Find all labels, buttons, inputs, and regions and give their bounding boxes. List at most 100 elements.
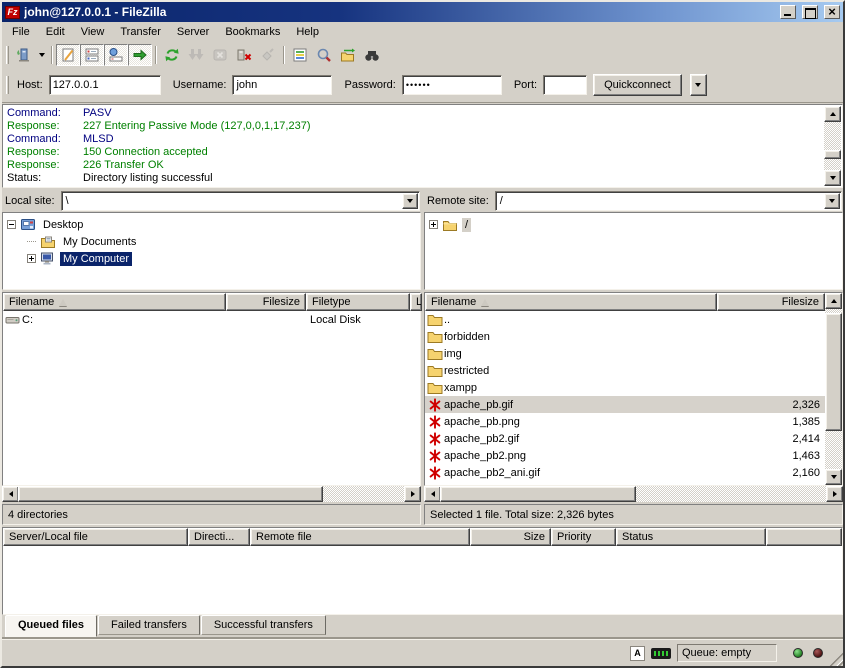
local-horizontal-scrollbar[interactable] — [2, 486, 421, 502]
scroll-down-button[interactable] — [825, 469, 842, 485]
transfer-type-indicator-icon[interactable] — [630, 646, 645, 661]
remote-site-dropdown[interactable] — [824, 193, 840, 209]
scroll-up-button[interactable] — [825, 293, 842, 309]
scroll-down-button[interactable] — [824, 170, 841, 186]
local-site-combo[interactable]: \ — [61, 191, 420, 211]
cancel-icon — [212, 47, 228, 63]
column-header-priority[interactable]: Priority — [551, 528, 616, 546]
process-queue-button[interactable] — [184, 44, 208, 66]
tab-queued-files[interactable]: Queued files — [5, 615, 97, 637]
arrow-right-icon — [833, 491, 837, 497]
column-header-status[interactable]: Status — [616, 528, 766, 546]
scroll-thumb[interactable] — [440, 486, 636, 502]
menu-file[interactable]: File — [4, 24, 38, 40]
menu-edit[interactable]: Edit — [38, 24, 73, 40]
password-input[interactable] — [402, 75, 502, 95]
scroll-up-button[interactable] — [824, 106, 841, 122]
quickconnect-dropdown[interactable] — [690, 74, 707, 96]
browser-panes: Local site: \ Desktop My Documents — [2, 190, 843, 525]
expand-icon[interactable] — [429, 220, 438, 229]
remote-file-row[interactable]: apache_pb.png 1,385 — [425, 413, 825, 430]
site-manager-button[interactable] — [11, 44, 35, 66]
username-input[interactable] — [232, 75, 332, 95]
directory-listing-filters-button[interactable] — [288, 44, 312, 66]
synchronized-browsing-button[interactable] — [336, 44, 360, 66]
toggle-local-tree-button[interactable] — [80, 44, 104, 66]
speed-limit-indicator-icon[interactable] — [651, 648, 671, 659]
disconnect-button[interactable] — [232, 44, 256, 66]
collapse-icon[interactable] — [7, 220, 16, 229]
remote-file-row[interactable]: forbidden — [425, 328, 825, 345]
tree-label[interactable]: / — [462, 218, 471, 232]
tab-failed-transfers[interactable]: Failed transfers — [98, 615, 200, 635]
scroll-thumb[interactable] — [825, 313, 842, 431]
arrow-up-icon — [830, 112, 836, 116]
scroll-left-button[interactable] — [424, 486, 441, 502]
tree-label[interactable]: My Computer — [60, 252, 132, 266]
host-input[interactable] — [49, 75, 161, 95]
menu-help[interactable]: Help — [288, 24, 327, 40]
expand-icon[interactable] — [27, 254, 36, 263]
local-file-row[interactable]: C: Local Disk — [3, 311, 420, 328]
tab-successful-transfers[interactable]: Successful transfers — [201, 615, 326, 635]
remote-file-row-selected[interactable]: apache_pb.gif 2,326 — [425, 396, 825, 413]
image-file-icon — [427, 466, 443, 480]
maximize-button[interactable] — [802, 5, 818, 19]
remote-file-row[interactable]: xampp — [425, 379, 825, 396]
quickconnect-button[interactable]: Quickconnect — [593, 74, 682, 96]
tree-item-desktop[interactable]: Desktop — [7, 216, 418, 233]
remote-file-row[interactable]: apache_pb2.gif 2,414 — [425, 430, 825, 447]
column-header-filesize[interactable]: Filesize — [226, 293, 306, 311]
column-header-direction[interactable]: Directi... — [188, 528, 250, 546]
local-site-row: Local site: \ — [2, 190, 421, 212]
log-scrollbar[interactable] — [824, 106, 841, 186]
refresh-button[interactable] — [160, 44, 184, 66]
remote-horizontal-scrollbar[interactable] — [424, 486, 843, 502]
column-header-filesize[interactable]: Filesize — [717, 293, 825, 311]
cancel-button[interactable] — [208, 44, 232, 66]
scroll-right-button[interactable] — [826, 486, 843, 502]
tree-label[interactable]: My Documents — [60, 235, 139, 249]
site-manager-dropdown[interactable] — [35, 44, 48, 66]
toggle-transfer-queue-button[interactable] — [128, 44, 152, 66]
menu-bookmarks[interactable]: Bookmarks — [217, 24, 288, 40]
reconnect-button[interactable] — [256, 44, 280, 66]
scroll-right-button[interactable] — [404, 486, 421, 502]
minimize-button[interactable] — [780, 5, 796, 19]
column-header-filename[interactable]: Filename — [425, 293, 717, 311]
tree-item-my-documents[interactable]: My Documents — [7, 233, 418, 250]
close-button[interactable] — [824, 5, 840, 19]
column-header-remote-file[interactable]: Remote file — [250, 528, 470, 546]
toggle-message-log-button[interactable] — [56, 44, 80, 66]
remote-site-combo[interactable]: / — [495, 191, 842, 211]
toolbar-separator — [283, 46, 285, 64]
remote-file-row[interactable]: img — [425, 345, 825, 362]
local-site-dropdown[interactable] — [402, 193, 418, 209]
remote-file-row[interactable]: restricted — [425, 362, 825, 379]
file-size: 2,414 — [721, 433, 825, 445]
remote-file-row[interactable]: apache_pb2.png 1,463 — [425, 447, 825, 464]
column-header-filename[interactable]: Filename — [3, 293, 226, 311]
file-name: apache_pb2_ani.gif — [444, 467, 721, 479]
scroll-thumb[interactable] — [824, 150, 841, 159]
scroll-left-button[interactable] — [2, 486, 19, 502]
column-header-last-modified[interactable]: L — [410, 293, 422, 311]
menu-transfer[interactable]: Transfer — [112, 24, 169, 40]
column-header-filetype[interactable]: Filetype — [306, 293, 410, 311]
scroll-thumb[interactable] — [18, 486, 323, 502]
menu-server[interactable]: Server — [169, 24, 217, 40]
port-input[interactable] — [543, 75, 587, 95]
toggle-remote-tree-button[interactable] — [104, 44, 128, 66]
menu-view[interactable]: View — [73, 24, 113, 40]
resize-grip[interactable] — [829, 652, 843, 666]
tree-item-my-computer[interactable]: My Computer — [7, 250, 418, 267]
remote-vertical-scrollbar[interactable] — [825, 293, 842, 485]
remote-file-row[interactable]: .. — [425, 311, 825, 328]
directory-comparison-button[interactable] — [312, 44, 336, 66]
find-files-button[interactable] — [360, 44, 384, 66]
column-header-server-local-file[interactable]: Server/Local file — [3, 528, 188, 546]
remote-file-row[interactable]: apache_pb2_ani.gif 2,160 — [425, 464, 825, 481]
tree-item-root[interactable]: / — [429, 216, 840, 233]
tree-label[interactable]: Desktop — [40, 218, 86, 232]
column-header-size[interactable]: Size — [470, 528, 551, 546]
